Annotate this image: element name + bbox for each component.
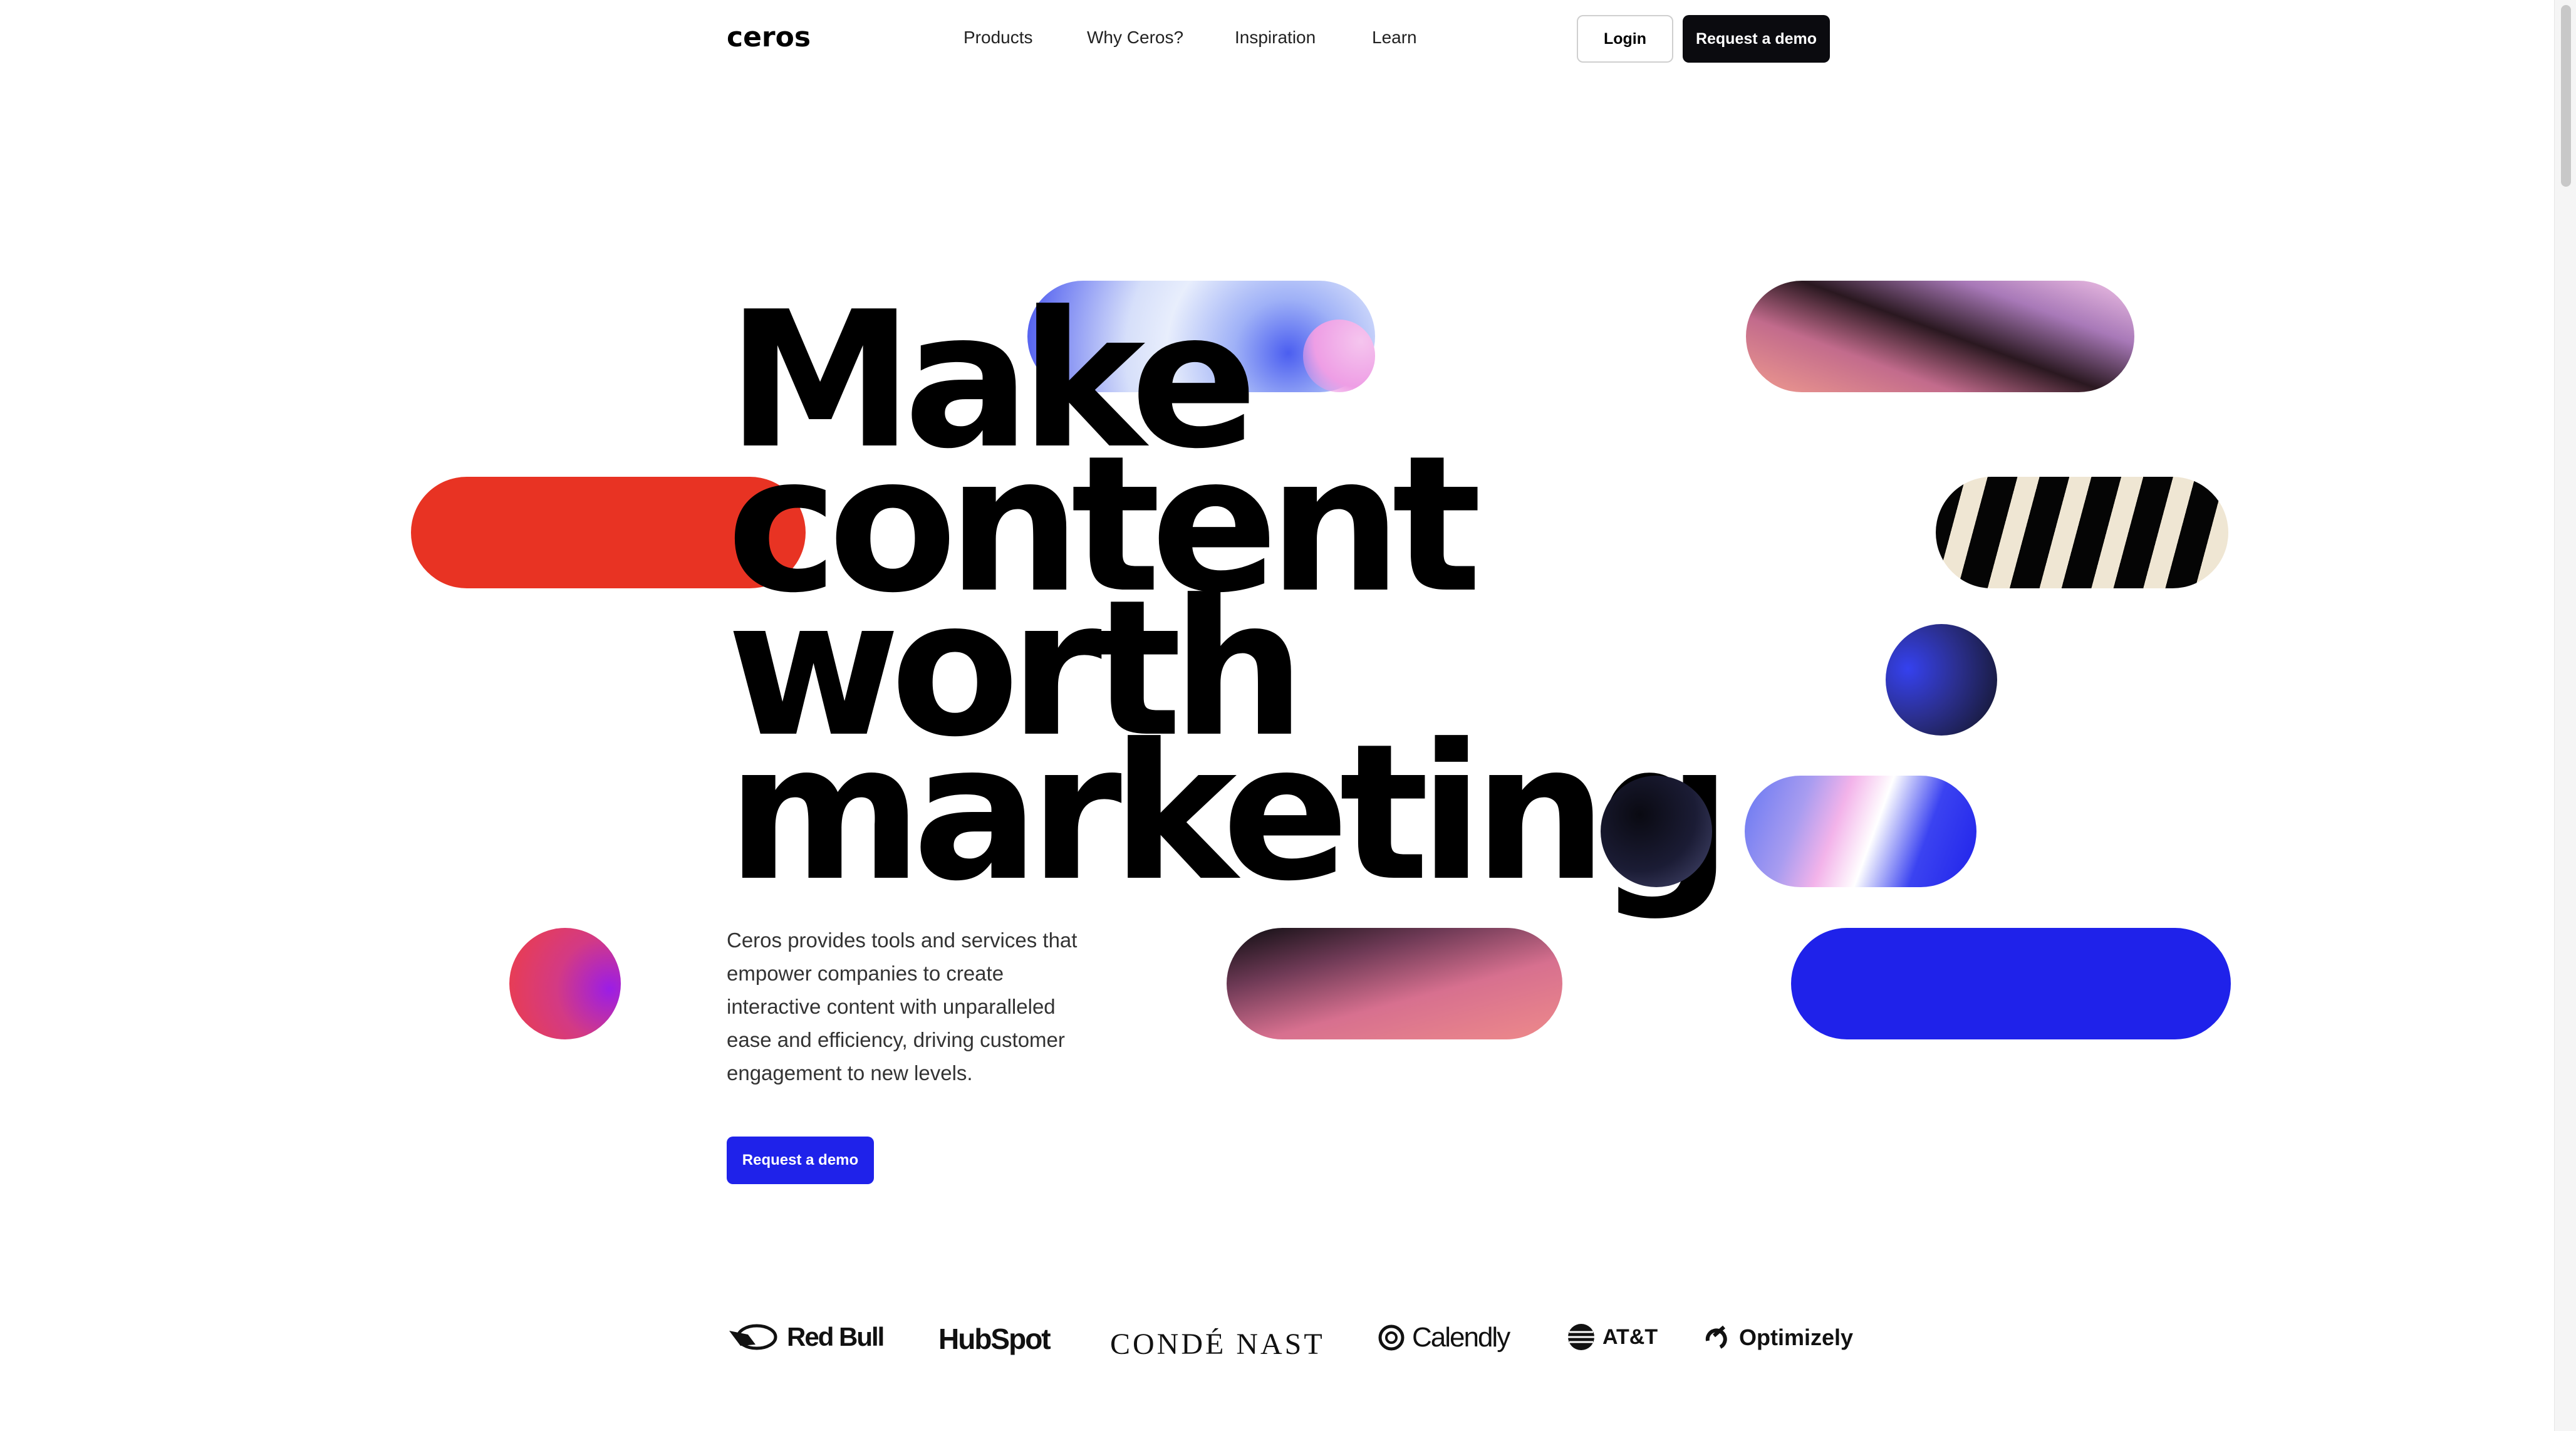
login-button[interactable]: Login [1577,15,1673,63]
ceros-logo[interactable]: ceros [727,21,811,53]
bull-icon [729,1324,777,1350]
att-logo: AT&T [1566,1322,1658,1352]
calendly-icon [1378,1324,1405,1351]
nav-link-learn[interactable]: Learn [1372,28,1417,48]
nav-link-why-ceros[interactable]: Why Ceros? [1087,28,1183,48]
red-purple-circle [509,928,621,1039]
dark-pink-pill [1227,928,1562,1039]
calendly-wordmark: Calendly [1412,1322,1510,1353]
request-demo-nav-button[interactable]: Request a demo [1683,15,1830,63]
scrollbar-thumb[interactable] [2561,5,2571,187]
optimizely-icon [1705,1325,1727,1349]
nav-link-products[interactable]: Products [963,28,1033,48]
redbull-logo: Red Bull [727,1322,885,1352]
nav-link-inspiration[interactable]: Inspiration [1235,28,1316,48]
striped-pill [1936,477,2228,588]
conde-nast-logo: CONDÉ NAST [1110,1327,1325,1361]
scrollbar[interactable] [2554,0,2576,1431]
customer-logos: Red Bull HubSpot CONDÉ NAST Calendly AT&… [0,1322,2576,1372]
hero-description: Ceros provides tools and services that e… [727,929,1078,1085]
conde-nast-wordmark: CONDÉ NAST [1110,1328,1325,1361]
optimizely-logo: Optimizely [1701,1322,1853,1353]
blue-pink-pill [1745,776,1976,887]
pink-blob [1303,320,1375,392]
pink-dark-gradient-pill [1746,281,2134,392]
request-demo-hero-button[interactable]: Request a demo [727,1137,874,1184]
optimizely-wordmark: Optimizely [1739,1324,1854,1350]
att-wordmark: AT&T [1602,1324,1658,1349]
top-nav: ceros Products Why Ceros? Inspiration Le… [0,0,2576,81]
hubspot-logo: HubSpot [938,1322,1051,1356]
hero-heading-line-4: marketing [727,704,1732,922]
redbull-wordmark: Red Bull [787,1322,885,1351]
att-globe-icon [1568,1324,1594,1350]
blue-dark-circle [1886,624,1997,736]
hubspot-wordmark: HubSpot [938,1323,1051,1355]
blue-pill [1791,928,2231,1039]
dark-circle [1601,776,1712,887]
calendly-logo: Calendly [1377,1322,1510,1353]
